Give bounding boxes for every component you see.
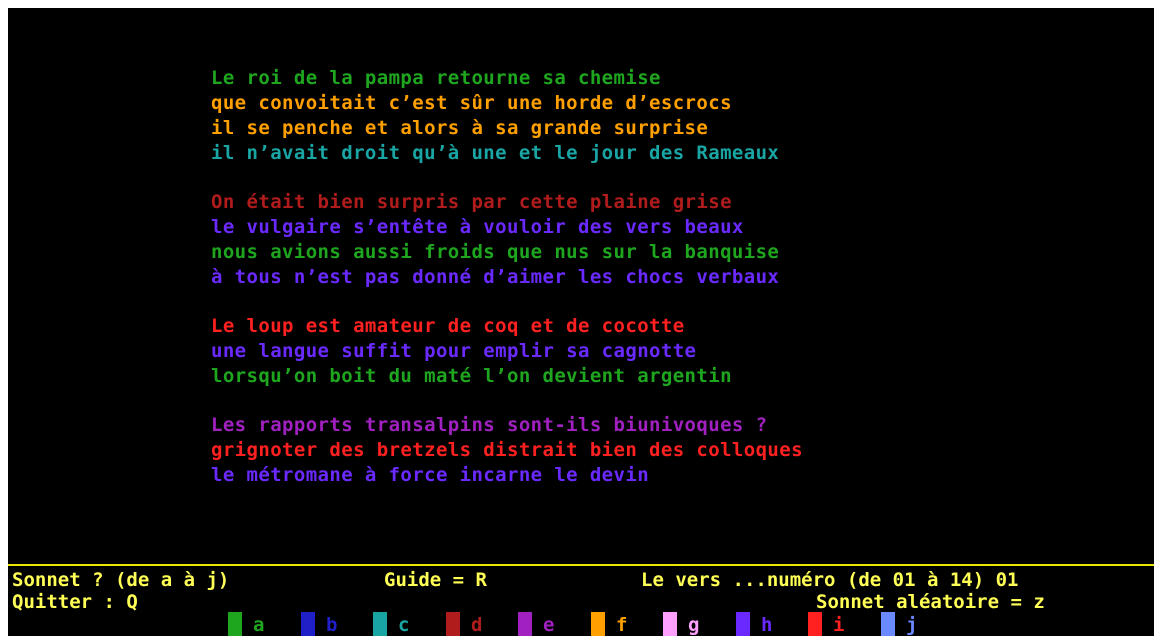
swatch-label: c [398,614,410,636]
swatch-color-box [228,612,242,636]
verse-line: il se penche et alors à sa grande surpri… [211,117,709,139]
verse-line: lorsqu’on boit du maté l’on devient arge… [211,365,732,387]
stanza-4: Les rapports transalpins sont-ils biuniv… [211,413,803,488]
swatch-label: f [616,614,628,636]
verse-line: que convoitait c’est sûr une horde d’esc… [211,92,732,114]
verse-line: nous avions aussi froids que nus sur la … [211,241,780,263]
sonnet-poem: Le roi de la pampa retourne sa chemise q… [211,66,803,488]
guide-hint[interactable]: Guide = R [384,569,487,591]
stanza-3: Le loup est amateur de coq et de cocotte… [211,314,803,389]
stanza-2: On était bien surpris par cette plaine g… [211,190,803,290]
verse-line: On était bien surpris par cette plaine g… [211,191,732,213]
swatch-color-box [373,612,387,636]
verse-line: Les rapports transalpins sont-ils biuniv… [211,414,768,436]
verse-line: le vulgaire s’entête à vouloir des vers … [211,216,744,238]
swatch-label: e [543,614,555,636]
swatch-label: h [761,614,773,636]
swatch-label: a [253,614,265,636]
quit-hint[interactable]: Quitter : Q [12,591,138,613]
swatch-color-box [446,612,460,636]
swatch-label: d [471,614,483,636]
swatch-color-box [591,612,605,636]
swatch-color-box [663,612,677,636]
verse-line: une langue suffit pour emplir sa cagnott… [211,340,697,362]
sonnet-prompt[interactable]: Sonnet ? (de a à j) [12,569,229,591]
swatch-color-box [881,612,895,636]
swatch-label: g [688,614,700,636]
verse-line: Le roi de la pampa retourne sa chemise [211,67,661,89]
swatch-color-box [518,612,532,636]
verse-line: à tous n’est pas donné d’aimer les chocs… [211,266,780,288]
verse-line: le métromane à force incarne le devin [211,464,650,486]
random-sonnet-hint[interactable]: Sonnet aléatoire = z [816,591,1045,613]
verse-line: Le loup est amateur de coq et de cocotte [211,315,685,337]
swatch-color-box [301,612,315,636]
stanza-1: Le roi de la pampa retourne sa chemise q… [211,66,803,166]
verse-number-prompt[interactable]: Le vers ...numéro (de 01 à 14) 01 [641,569,1019,591]
swatch-color-box [808,612,822,636]
dos-screen: Le roi de la pampa retourne sa chemise q… [8,8,1154,636]
swatch-label: b [326,614,338,636]
swatch-label: i [833,614,845,636]
status-divider [8,564,1154,566]
swatch-label: j [906,614,918,636]
swatch-color-box [736,612,750,636]
verse-line: grignoter des bretzels distrait bien des… [211,439,803,461]
verse-line: il n’avait droit qu’à une et le jour des… [211,142,780,164]
